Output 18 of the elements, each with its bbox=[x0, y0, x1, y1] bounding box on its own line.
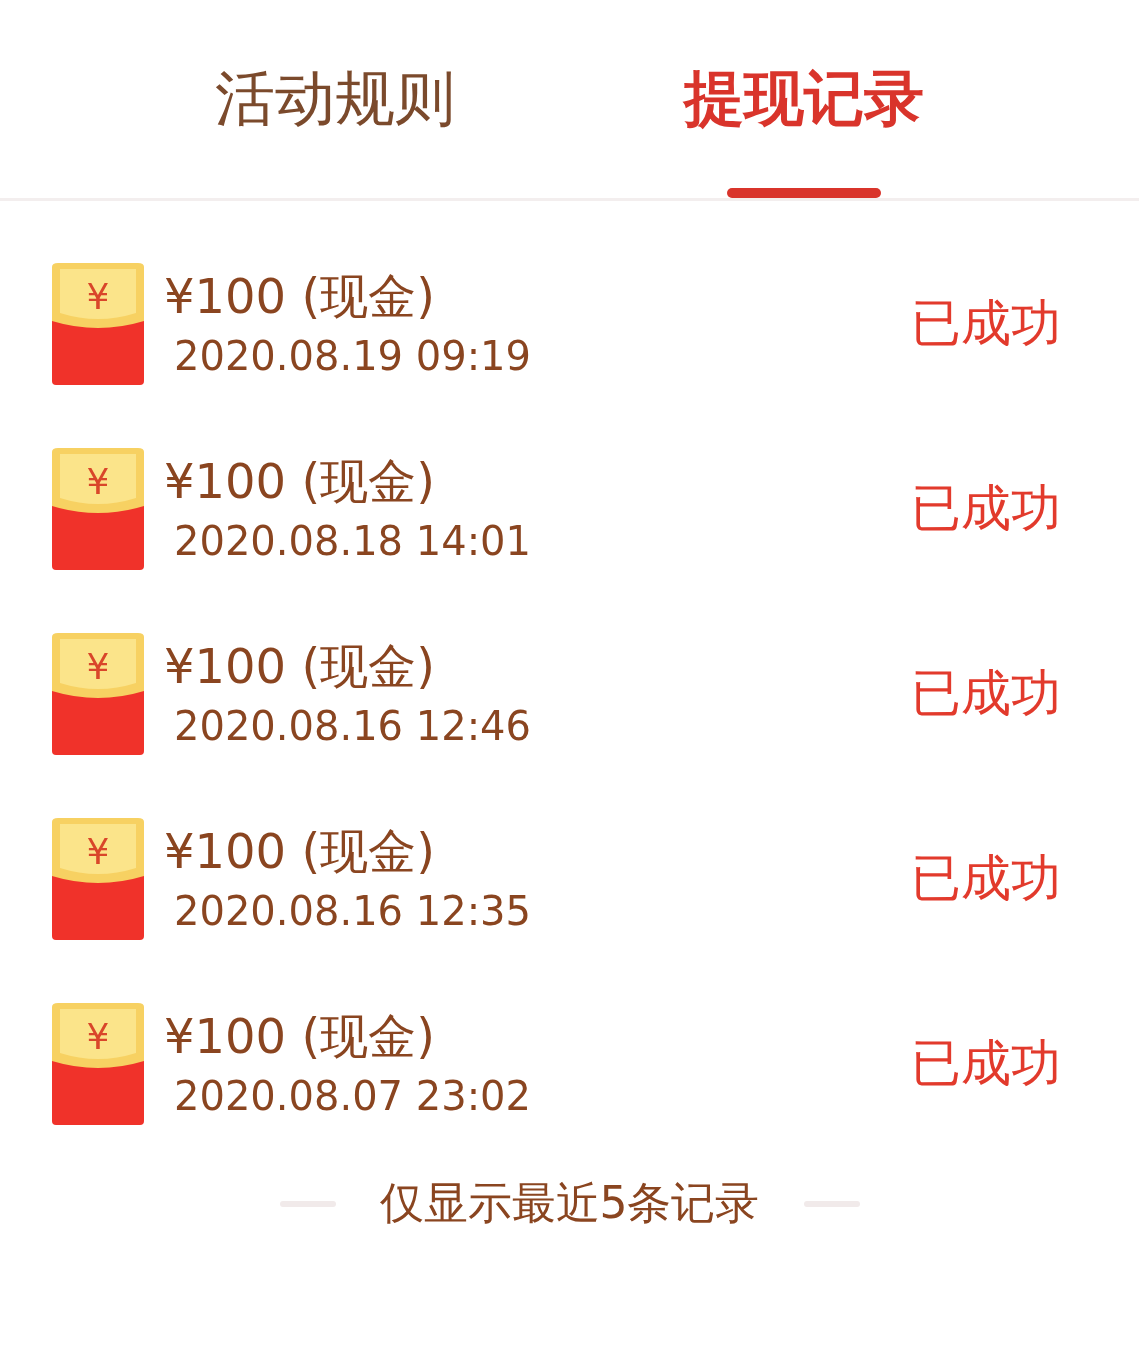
withdrawal-status: 已成功 bbox=[911, 478, 1061, 539]
withdrawal-amount: ¥100 (现金) bbox=[164, 451, 436, 511]
withdrawal-status: 已成功 bbox=[911, 1033, 1061, 1094]
withdrawal-time: 2020.08.18 14:01 bbox=[174, 516, 532, 566]
withdrawal-time: 2020.08.07 23:02 bbox=[174, 1071, 532, 1121]
withdrawal-amount: ¥100 (现金) bbox=[164, 1006, 436, 1066]
withdrawal-amount: ¥100 (现金) bbox=[164, 266, 436, 326]
withdrawal-time: 2020.08.19 09:19 bbox=[174, 331, 532, 381]
withdrawal-time: 2020.08.16 12:35 bbox=[174, 886, 532, 936]
withdrawal-status: 已成功 bbox=[911, 663, 1061, 724]
withdrawal-time: 2020.08.16 12:46 bbox=[174, 701, 532, 751]
withdrawal-status: 已成功 bbox=[911, 293, 1061, 354]
tab[interactable]: 提现记录 bbox=[664, 0, 945, 198]
withdrawal-amount: ¥100 (现金) bbox=[164, 636, 436, 696]
footer-note: 仅显示最近5条记录 bbox=[379, 1176, 760, 1230]
withdrawal-status: 已成功 bbox=[911, 848, 1061, 909]
tab[interactable]: 活动规则 bbox=[194, 0, 475, 198]
withdrawal-amount: ¥100 (现金) bbox=[164, 821, 436, 881]
